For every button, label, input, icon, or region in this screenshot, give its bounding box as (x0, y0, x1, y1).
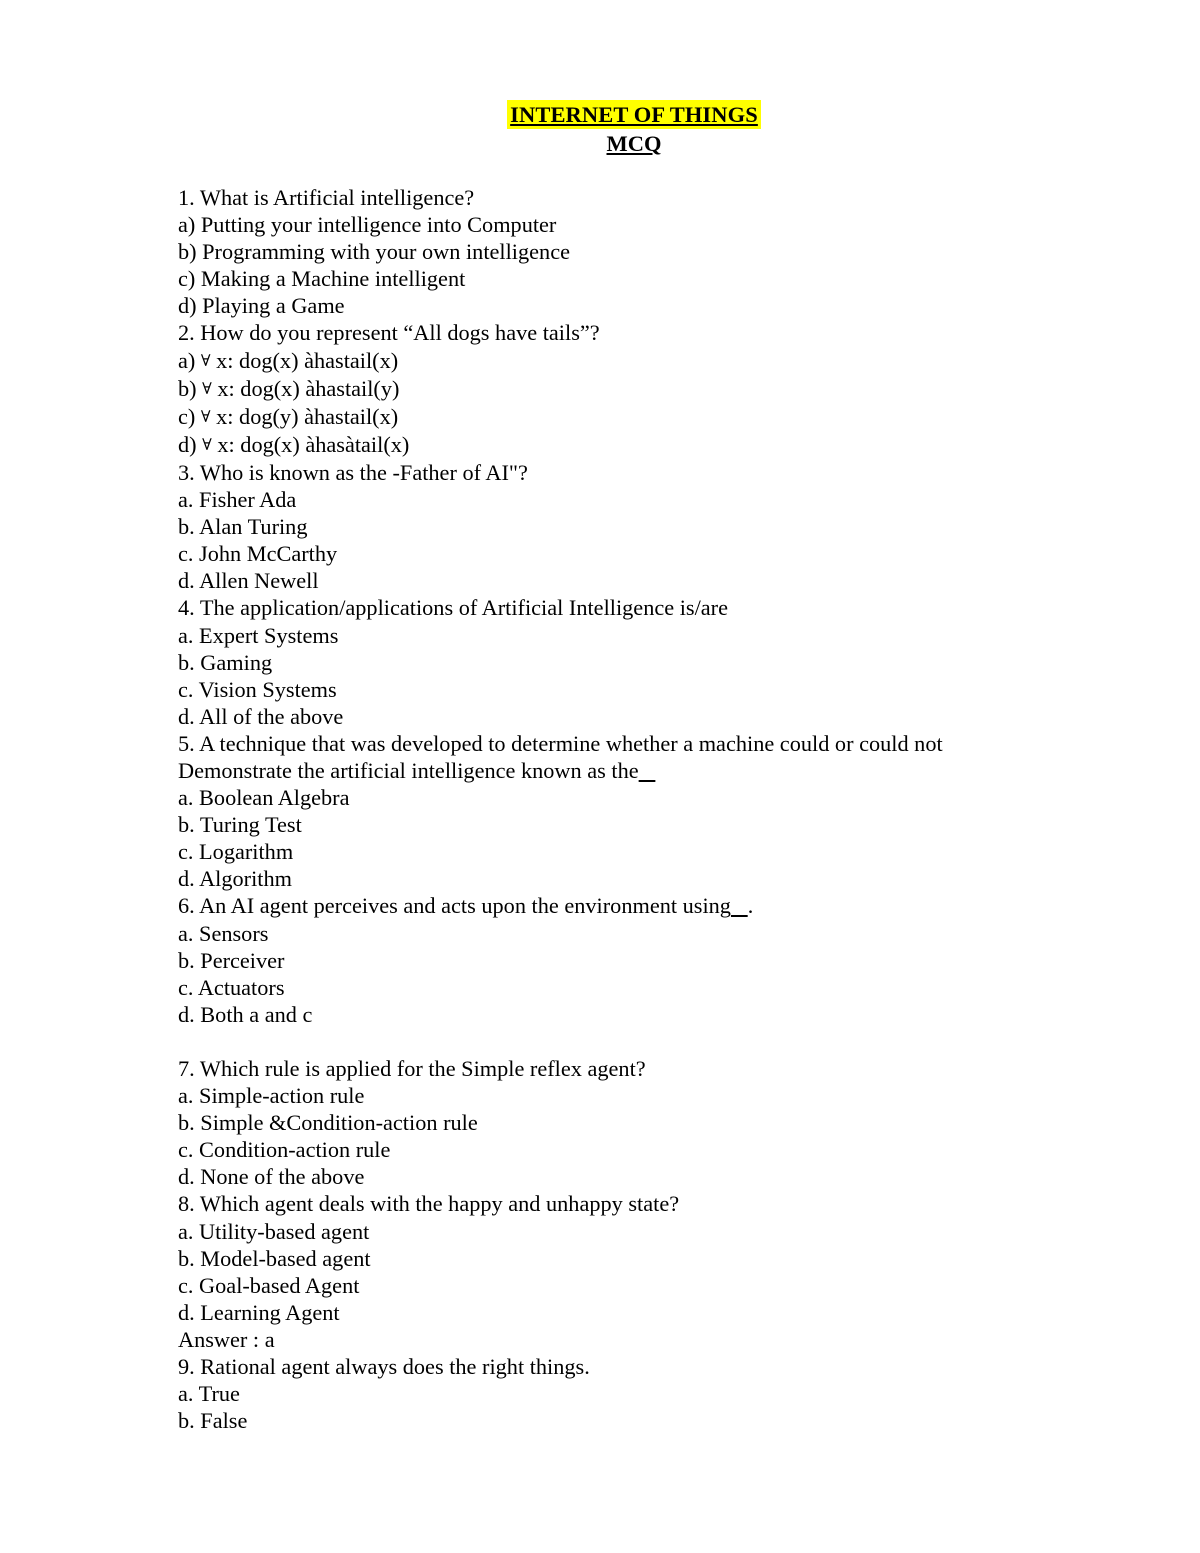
forall-symbol: ∀ (202, 380, 212, 398)
answer-option-line: d. None of the above (178, 1164, 365, 1190)
answer-option-line: d. Algorithm (178, 866, 292, 892)
answer-option-line: b) Programming with your own intelligenc… (178, 239, 570, 265)
answer-option-line: c. Actuators (178, 974, 285, 1000)
answer-option-line: d. All of the above (178, 703, 344, 729)
answer-option-line: c. John McCarthy (178, 541, 338, 567)
answer-option-line: d. Both a and c (178, 1001, 313, 1027)
question-line: 5. A technique that was developed to det… (178, 730, 943, 756)
answer-option-line: d. Learning Agent (178, 1299, 340, 1325)
answer-option-line: b. Perceiver (178, 947, 285, 973)
answer-option-line: b. False (178, 1408, 248, 1434)
question-line: 8. Which agent deals with the happy and … (178, 1191, 680, 1217)
answer-option-line: a. Boolean Algebra (178, 785, 350, 811)
document-body: INTERNET OF THINGS MCQ 1. What is Artifi… (178, 100, 1120, 1434)
answer-option-line: a. Simple-action rule (178, 1083, 365, 1109)
answer-option-line: c. Condition-action rule (178, 1137, 391, 1163)
question-list: 1. What is Artificial intelligence? a) Pu… (178, 184, 1120, 1434)
title-block: INTERNET OF THINGS (148, 100, 1120, 129)
fill-in-blank (639, 758, 656, 783)
subtitle-block: MCQ (148, 130, 1120, 157)
question-line: 9. Rational agent always does the right … (178, 1354, 590, 1380)
fill-in-blank (731, 893, 748, 918)
forall-symbol: ∀ (200, 352, 211, 370)
answer-option-line: c. Logarithm (178, 839, 294, 865)
question-line: 4. The application/applications of Artif… (178, 595, 729, 621)
answer-option-line: a. True (178, 1381, 240, 1407)
answer-option-line: c) Making a Machine intelligent (178, 266, 466, 292)
answer-option-line: d) Playing a Game (178, 293, 345, 319)
answer-option-line: Demonstrate the artificial intelligence … (178, 757, 1120, 784)
answer-option-line: b) ∀ x: dog(x) àhastail(y) (178, 375, 400, 401)
answer-option-line: a) ∀ x: dog(x) àhastail(x) (178, 347, 399, 373)
answer-option-line: b. Model-based agent (178, 1245, 371, 1271)
answer-option-line: a. Sensors (178, 920, 269, 946)
answer-option-line: a. Fisher Ada (178, 487, 297, 513)
answer-option-line: a. Expert Systems (178, 622, 339, 648)
answer-option-line: b. Alan Turing (178, 514, 308, 540)
answer-option-line: c. Goal-based Agent (178, 1272, 360, 1298)
forall-symbol: ∀ (200, 408, 211, 426)
answer-option-line: d. Allen Newell (178, 568, 319, 594)
question-line: 3. Who is known as the -Father of AI"? (178, 459, 528, 485)
answer-option-line: a) Putting your intelligence into Comput… (178, 212, 557, 238)
answer-option-line: a. Utility-based agent (178, 1218, 370, 1244)
answer-option-line: c) ∀ x: dog(y) àhastail(x) (178, 403, 399, 429)
answer-option-line: b. Simple &Condition-action rule (178, 1110, 478, 1136)
question-line: 2. How do you represent “All dogs have t… (178, 320, 600, 346)
answer-option-line: b. Gaming (178, 649, 273, 675)
page-title: INTERNET OF THINGS (507, 100, 761, 129)
answer-option-line: b. Turing Test (178, 812, 302, 838)
title-spacer (178, 157, 1120, 184)
page-subtitle: MCQ (606, 131, 662, 156)
question-line: 7. Which rule is applied for the Simple … (178, 1056, 646, 1081)
document-page: INTERNET OF THINGS MCQ 1. What is Artifi… (0, 0, 1200, 1553)
answer-option-line: Answer : a (178, 1326, 275, 1352)
forall-symbol: ∀ (202, 436, 212, 454)
answer-option-line: d) ∀ x: dog(x) àhasàtail(x) (178, 431, 410, 457)
question-line: 6. An AI agent perceives and acts upon t… (178, 893, 754, 919)
question-line: 1. What is Artificial intelligence? (178, 185, 475, 210)
answer-option-line: c. Vision Systems (178, 676, 337, 702)
